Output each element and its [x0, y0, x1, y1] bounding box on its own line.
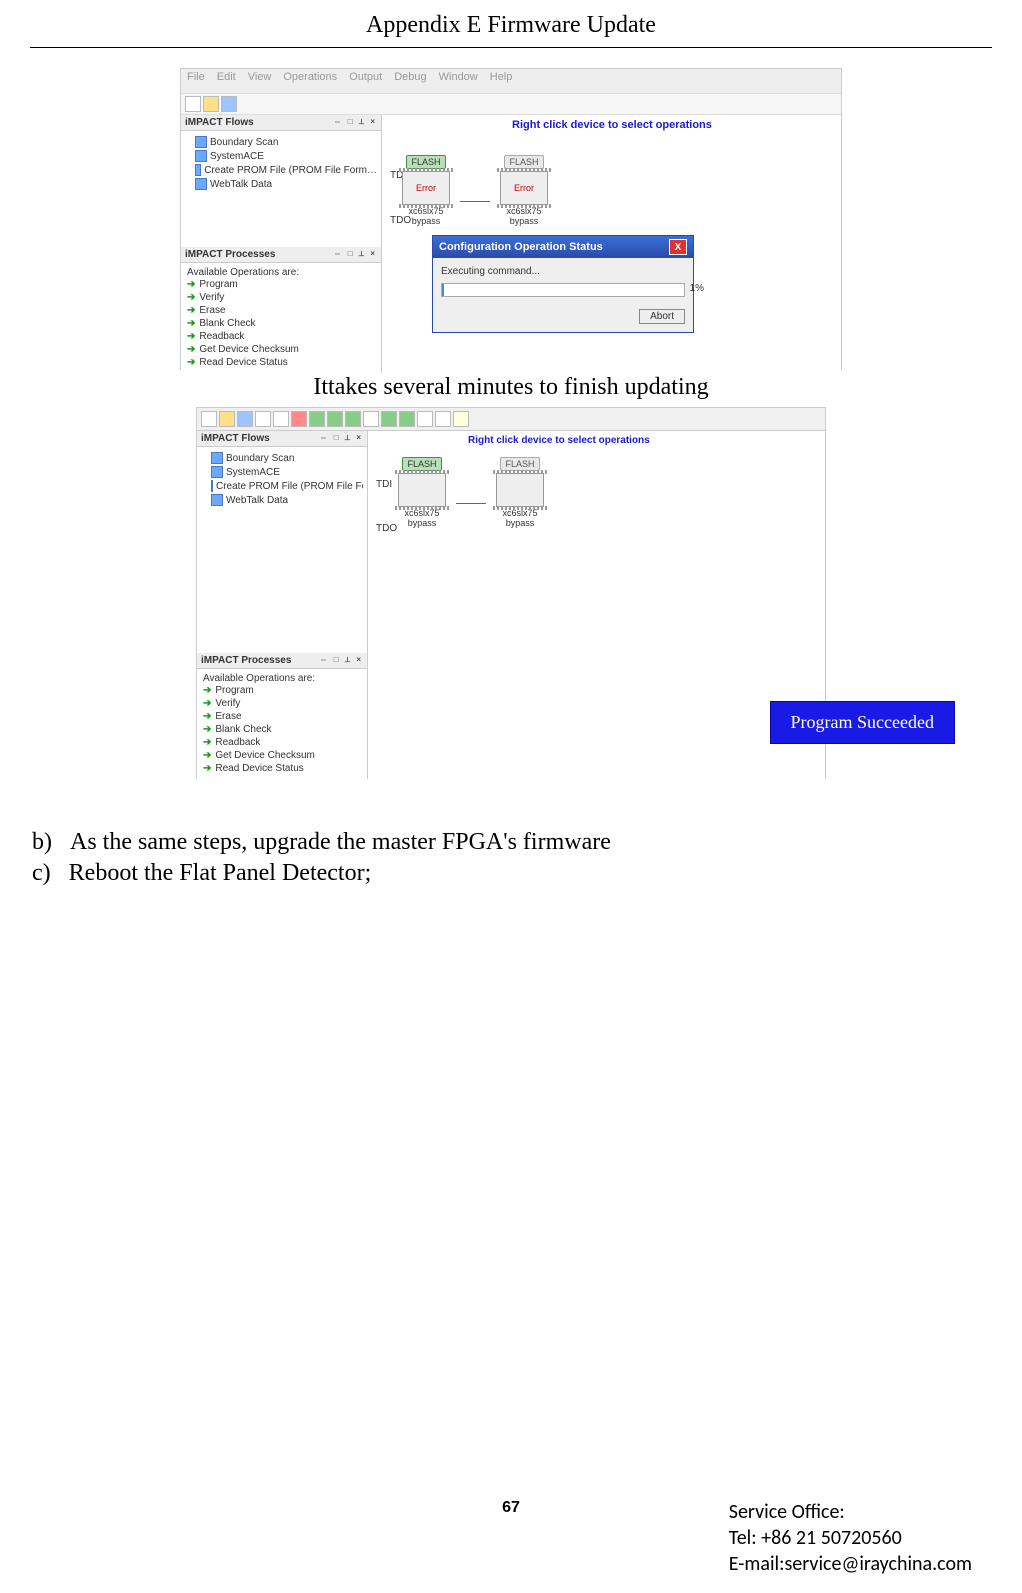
menubar: File Edit View Operations Output Debug W… [181, 69, 841, 94]
progress-percent: 1% [690, 283, 704, 294]
tdo-label: TDO [376, 523, 397, 534]
op-item[interactable]: ➔Get Device Checksum [203, 749, 361, 762]
menu-item[interactable]: Help [490, 71, 513, 91]
new-icon[interactable] [201, 411, 217, 427]
operations-list: Available Operations are: ➔Program ➔Veri… [181, 263, 381, 373]
footer-office: Service Office: [729, 1499, 972, 1525]
tool-icon[interactable] [435, 411, 451, 427]
chip-tag: FLASH [500, 457, 539, 471]
tree-item[interactable]: Create PROM File (PROM File Form… [201, 479, 363, 493]
flows-pane-title: iMPACT Flows⇔ □ ⟂ × [197, 431, 367, 447]
tool-icon[interactable] [255, 411, 271, 427]
flows-pane-title: iMPACT Flows⇔ □ ⟂ × [181, 115, 381, 131]
processes-pane-title: iMPACT Processes⇔ □ ⟂ × [197, 653, 367, 669]
menu-item[interactable]: Operations [283, 71, 337, 91]
operations-list: Available Operations are: ➔Program ➔Veri… [197, 669, 367, 779]
screenshot-1: File Edit View Operations Output Debug W… [180, 68, 842, 370]
flows-tree: Boundary Scan SystemACE Create PROM File… [181, 131, 381, 195]
status-dialog: Configuration Operation Status X Executi… [432, 235, 694, 333]
menu-item[interactable]: Edit [217, 71, 236, 91]
tool-icon[interactable] [273, 411, 289, 427]
step-c: c) Reboot the Flat Panel Detector; [30, 860, 992, 887]
tree-item[interactable]: Create PROM File (PROM File Form… [185, 163, 377, 177]
tool-icon[interactable] [291, 411, 307, 427]
chip-tag: FLASH [406, 155, 445, 169]
toolbar [197, 408, 825, 431]
new-icon[interactable] [185, 96, 201, 112]
menu-item[interactable]: File [187, 71, 205, 91]
tool-icon[interactable] [363, 411, 379, 427]
op-item[interactable]: ➔Read Device Status [203, 762, 361, 775]
chip-1[interactable]: FLASH xc6slx75bypass [398, 457, 446, 529]
progress-bar: 1% [441, 283, 685, 297]
screenshot-2: iMPACT Flows⇔ □ ⟂ × Boundary Scan System… [196, 407, 826, 779]
op-item[interactable]: ➔Blank Check [187, 317, 375, 330]
chip-2[interactable]: FLASH Error xc6slx75bypass [500, 155, 548, 227]
op-item[interactable]: ➔Get Device Checksum [187, 343, 375, 356]
help-icon[interactable] [453, 411, 469, 427]
menu-item[interactable]: Output [349, 71, 382, 91]
tree-item[interactable]: SystemACE [185, 149, 377, 163]
menu-item[interactable]: View [248, 71, 272, 91]
tree-item[interactable]: WebTalk Data [185, 177, 377, 191]
footer-email: E-mail:service@iraychina.com [729, 1551, 972, 1577]
chip-tag: FLASH [504, 155, 543, 169]
footer-tel: Tel: +86 21 50720560 [729, 1525, 972, 1551]
tool-icon[interactable] [327, 411, 343, 427]
ops-header: Available Operations are: [187, 267, 375, 278]
ops-header: Available Operations are: [203, 673, 361, 684]
op-item[interactable]: ➔Program [187, 278, 375, 291]
dialog-message: Executing command... [441, 266, 685, 277]
save-icon[interactable] [221, 96, 237, 112]
chip-tag: FLASH [402, 457, 441, 471]
tool-icon[interactable] [309, 411, 325, 427]
op-item[interactable]: ➔Verify [203, 697, 361, 710]
step-text: Reboot the Flat Panel Detector; [69, 860, 372, 887]
success-banner: Program Succeeded [770, 701, 955, 744]
dialog-title: Configuration Operation Status [439, 241, 603, 253]
tree-item[interactable]: Boundary Scan [201, 451, 363, 465]
tree-item[interactable]: SystemACE [201, 465, 363, 479]
op-item[interactable]: ➔Blank Check [203, 723, 361, 736]
hint-text: Right click device to select operations [468, 435, 650, 446]
step-text: As the same steps, upgrade the master FP… [70, 829, 611, 856]
chip-2[interactable]: FLASH xc6slx75bypass [496, 457, 544, 529]
tool-icon[interactable] [345, 411, 361, 427]
op-item[interactable]: ➔Readback [187, 330, 375, 343]
step-b: b) As the same steps, upgrade the master… [30, 829, 992, 856]
jtag-chain: FLASH xc6slx75bypass FLASH xc6slx75bypas… [398, 457, 544, 529]
op-item[interactable]: ➔Readback [203, 736, 361, 749]
menu-item[interactable]: Debug [394, 71, 426, 91]
tool-icon[interactable] [399, 411, 415, 427]
close-icon[interactable]: X [669, 239, 687, 255]
processes-pane-title: iMPACT Processes⇔ □ ⟂ × [181, 247, 381, 263]
jtag-chain: FLASH Error xc6slx75bypass FLASH Error x… [402, 155, 548, 227]
step-marker: c) [32, 860, 51, 887]
footer: Service Office: Tel: +86 21 50720560 E-m… [729, 1499, 972, 1577]
tool-icon[interactable] [381, 411, 397, 427]
tdi-label: TDI [376, 479, 392, 490]
op-item[interactable]: ➔Read Device Status [187, 356, 375, 369]
toolbar [181, 94, 841, 115]
op-item[interactable]: ➔Erase [203, 710, 361, 723]
tree-item[interactable]: WebTalk Data [201, 493, 363, 507]
op-item[interactable]: ➔Erase [187, 304, 375, 317]
step-marker: b) [32, 829, 52, 856]
menu-item[interactable]: Window [439, 71, 478, 91]
save-icon[interactable] [237, 411, 253, 427]
figure-1-caption: Ittakes several minutes to finish updati… [30, 374, 992, 401]
tree-item[interactable]: Boundary Scan [185, 135, 377, 149]
hint-text: Right click device to select operations [512, 119, 712, 131]
flows-tree: Boundary Scan SystemACE Create PROM File… [197, 447, 367, 511]
op-item[interactable]: ➔Verify [187, 291, 375, 304]
op-item[interactable]: ➔Program [203, 684, 361, 697]
open-icon[interactable] [219, 411, 235, 427]
abort-button[interactable]: Abort [639, 309, 685, 324]
open-icon[interactable] [203, 96, 219, 112]
page-header: Appendix E Firmware Update [30, 0, 992, 48]
step-list: b) As the same steps, upgrade the master… [30, 829, 992, 887]
tool-icon[interactable] [417, 411, 433, 427]
chip-1[interactable]: FLASH Error xc6slx75bypass [402, 155, 450, 227]
